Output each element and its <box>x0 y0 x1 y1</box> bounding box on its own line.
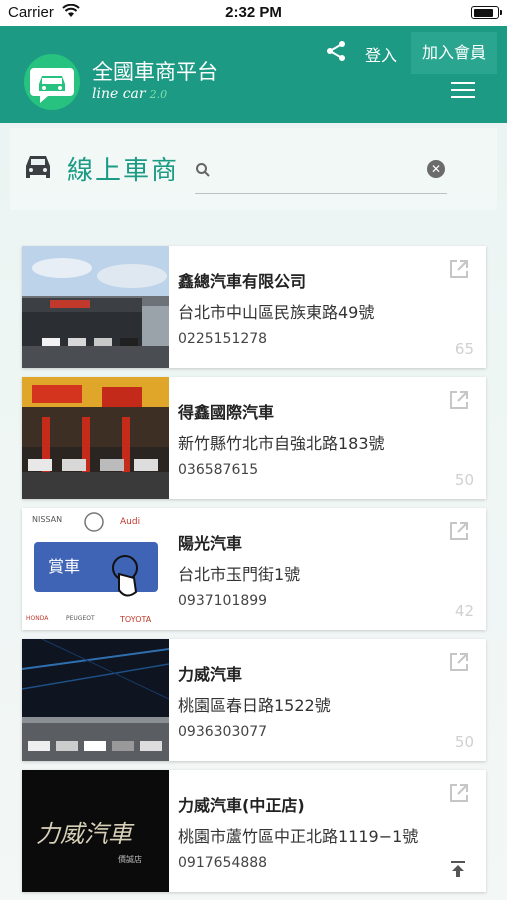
brand-logo-text: NISSAN <box>32 515 62 524</box>
app-logo[interactable] <box>24 54 80 110</box>
dealer-card[interactable]: 得鑫國際汽車 新竹縣竹北市自強北路183號 036587615 50 <box>22 377 486 499</box>
dealer-car-count: 42 <box>454 602 474 620</box>
brand-logo-text: PEUGEOT <box>66 615 95 622</box>
liwei-logo-subtext: 價誠店 <box>118 854 142 864</box>
dealer-phone[interactable]: 0936303077 <box>178 724 267 740</box>
dealer-photo <box>22 639 169 761</box>
external-link-icon[interactable] <box>448 258 470 280</box>
external-link-icon[interactable] <box>448 651 470 673</box>
dealer-list: 鑫總汽車有限公司 台北市中山區民族東路49號 0225151278 65 得鑫國… <box>22 246 486 900</box>
brand-logo-text: TOYOTA <box>119 615 152 624</box>
share-icon[interactable] <box>325 40 347 62</box>
dealer-photo <box>22 377 169 499</box>
dealer-address: 新竹縣竹北市自強北路183號 <box>178 434 385 453</box>
app-header: 全國車商平台 line car 2.0 登入 加入會員 <box>0 26 507 123</box>
dealer-name: 力威汽車 <box>178 665 243 684</box>
sunny-badge-text: 賞車 <box>48 557 80 576</box>
clear-search-icon[interactable]: ✕ <box>427 160 445 178</box>
dealer-photo <box>22 246 169 368</box>
app-subtitle: line car 2.0 <box>92 86 167 102</box>
hamburger-menu-icon[interactable] <box>451 82 475 100</box>
external-link-icon[interactable] <box>448 389 470 411</box>
external-link-icon[interactable] <box>448 520 470 542</box>
car-icon <box>26 156 50 178</box>
app-title: 全國車商平台 <box>92 60 218 84</box>
dealer-name: 力威汽車(中正店) <box>178 796 305 815</box>
search-input[interactable] <box>219 156 419 186</box>
brand-logo-text: HONDA <box>26 615 49 622</box>
clock: 2:32 PM <box>225 4 282 21</box>
app-version: 2.0 <box>149 88 168 101</box>
car-chat-icon <box>30 68 74 103</box>
search-icon <box>196 163 210 177</box>
dealer-address: 桃園區春日路1522號 <box>178 696 331 715</box>
dealer-phone[interactable]: 0225151278 <box>178 331 267 347</box>
liwei-logo-text: 力威汽車 <box>36 820 135 848</box>
section-title: 線上車商 <box>67 156 180 186</box>
brand-logo-text: Audi <box>120 517 140 527</box>
login-button[interactable]: 登入 <box>365 42 397 66</box>
join-member-button[interactable]: 加入會員 <box>411 32 497 74</box>
dealer-card[interactable]: NISSAN Audi 賞車 HONDA PEUGEOT TOYOTA 陽光汽車… <box>22 508 486 630</box>
search-panel: 線上車商 ✕ <box>10 128 497 210</box>
dealer-name: 鑫總汽車有限公司 <box>178 272 307 291</box>
dealer-card[interactable]: 力威汽車 桃園區春日路1522號 0936303077 50 <box>22 639 486 761</box>
dealer-name: 得鑫國際汽車 <box>178 403 275 422</box>
dealer-car-count: 65 <box>454 340 474 358</box>
dealer-address: 台北市玉門街1號 <box>178 565 301 584</box>
dealer-car-count: 50 <box>454 471 474 489</box>
dealer-car-count: 50 <box>454 733 474 751</box>
app-subtitle-text: line car <box>92 86 146 102</box>
dealer-photo: 力威汽車 價誠店 <box>22 770 169 892</box>
dealer-phone[interactable]: 0937101899 <box>178 593 267 609</box>
dealer-address: 台北市中山區民族東路49號 <box>178 303 375 322</box>
dealer-name: 陽光汽車 <box>178 534 243 553</box>
status-bar: Carrier 2:32 PM <box>0 0 507 26</box>
scroll-to-top-icon[interactable] <box>450 860 466 878</box>
dealer-photo: NISSAN Audi 賞車 HONDA PEUGEOT TOYOTA <box>22 508 169 630</box>
dealer-card[interactable]: 力威汽車 價誠店 力威汽車(中正店) 桃園市蘆竹區中正北路1119−1號 091… <box>22 770 486 892</box>
external-link-icon[interactable] <box>448 782 470 804</box>
dealer-phone[interactable]: 036587615 <box>178 462 258 478</box>
dealer-card[interactable]: 鑫總汽車有限公司 台北市中山區民族東路49號 0225151278 65 <box>22 246 486 368</box>
dealer-phone[interactable]: 0917654888 <box>178 855 267 871</box>
battery-icon <box>471 6 502 19</box>
dealer-address: 桃園市蘆竹區中正北路1119−1號 <box>178 827 419 846</box>
search-bar: ✕ <box>195 148 447 194</box>
